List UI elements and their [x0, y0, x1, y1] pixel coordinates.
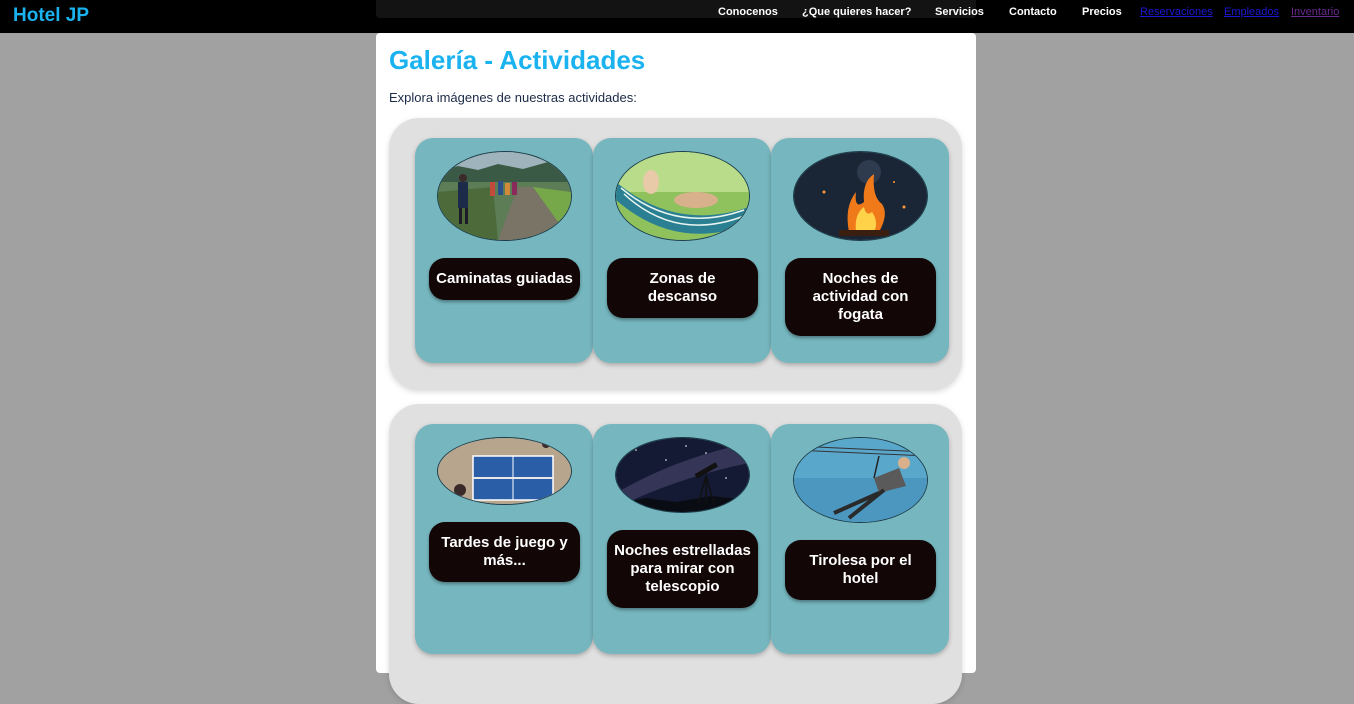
activity-card-fogata[interactable]: Noches de actividad con fogata: [771, 138, 949, 363]
nav-link-empleados[interactable]: Empleados: [1224, 6, 1279, 18]
hikers-on-trail-photo: [437, 151, 572, 241]
telescope-milky-way-photo: [615, 437, 750, 513]
activity-label: Zonas de descanso: [607, 258, 758, 318]
hammock-photo: [615, 151, 750, 241]
nav-item-precios[interactable]: Precios: [1082, 6, 1122, 18]
nav-item-contacto[interactable]: Contacto: [1009, 6, 1057, 18]
activity-card-juegos[interactable]: Tardes de juego y más...: [415, 424, 593, 654]
activity-card-descanso[interactable]: Zonas de descanso: [593, 138, 771, 363]
nav-item-servicios[interactable]: Servicios: [935, 6, 984, 18]
activity-label: Caminatas guiadas: [429, 258, 580, 300]
activity-card-telescopio[interactable]: Noches estrelladas para mirar con telesc…: [593, 424, 771, 654]
nav-link-reservaciones[interactable]: Reservaciones: [1140, 6, 1213, 18]
activity-label: Noches de actividad con fogata: [785, 258, 936, 336]
gallery-row: Tardes de juego y más... Noches estrella…: [389, 404, 962, 704]
activity-card-caminatas[interactable]: Caminatas guiadas: [415, 138, 593, 363]
nav-link-inventario[interactable]: Inventario: [1291, 6, 1339, 18]
gallery-row: Caminatas guiadas Zonas de descanso Noch…: [389, 118, 962, 390]
activity-card-tirolesa[interactable]: Tirolesa por el hotel: [771, 424, 949, 654]
zipline-photo: [793, 437, 928, 523]
activity-label: Tardes de juego y más...: [429, 522, 580, 582]
main-nav: Conocenos ¿Que quieres hacer? Servicios …: [0, 6, 1354, 20]
activity-label: Tirolesa por el hotel: [785, 540, 936, 600]
top-navbar: Hotel JP Conocenos ¿Que quieres hacer? S…: [0, 0, 1354, 33]
activity-label: Noches estrelladas para mirar con telesc…: [607, 530, 758, 608]
content-panel: Galería - Actividades Explora imágenes d…: [376, 33, 976, 704]
intro-text: Explora imágenes de nuestras actividades…: [389, 90, 637, 105]
page-title: Galería - Actividades: [389, 45, 646, 75]
nav-item-conocenos[interactable]: Conocenos: [718, 6, 778, 18]
ping-pong-table-photo: [437, 437, 572, 505]
nav-item-que-quieres-hacer[interactable]: ¿Que quieres hacer?: [802, 6, 911, 18]
campfire-photo: [793, 151, 928, 241]
